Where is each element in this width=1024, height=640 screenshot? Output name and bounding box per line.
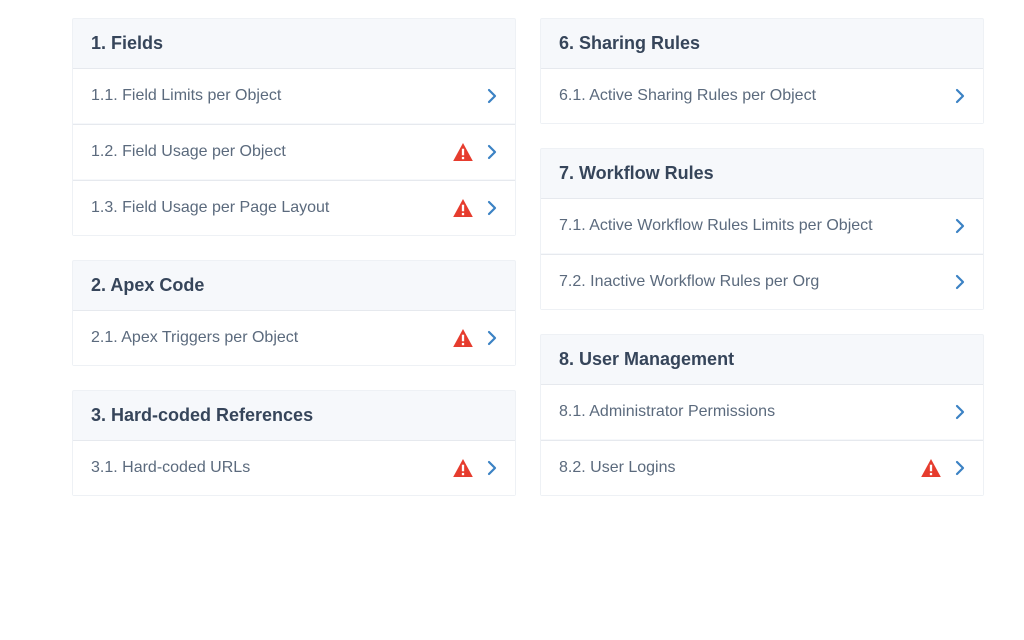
item-label: 7.2. Inactive Workflow Rules per Org xyxy=(559,273,955,291)
item-hardcoded-urls[interactable]: 3.1. Hard-coded URLs xyxy=(73,440,515,495)
item-admin-permissions[interactable]: 8.1. Administrator Permissions xyxy=(541,384,983,439)
section-user-management: 8. User Management 8.1. Administrator Per… xyxy=(540,334,984,496)
section-apex-code: 2. Apex Code 2.1. Apex Triggers per Objec… xyxy=(72,260,516,366)
warning-icon xyxy=(453,329,473,347)
section-title: 7. Workflow Rules xyxy=(559,163,965,184)
item-label: 1.1. Field Limits per Object xyxy=(91,87,487,105)
item-badges xyxy=(955,404,965,420)
item-badges xyxy=(955,88,965,104)
chevron-right-icon xyxy=(487,200,497,216)
chevron-right-icon xyxy=(955,88,965,104)
item-badges xyxy=(487,88,497,104)
item-field-usage-object[interactable]: 1.2. Field Usage per Object xyxy=(73,124,515,179)
item-label: 7.1. Active Workflow Rules Limits per Ob… xyxy=(559,217,955,235)
section-header: 2. Apex Code xyxy=(73,261,515,310)
item-badges xyxy=(453,143,497,161)
item-field-usage-layout[interactable]: 1.3. Field Usage per Page Layout xyxy=(73,180,515,235)
section-header: 7. Workflow Rules xyxy=(541,149,983,198)
section-title: 3. Hard-coded References xyxy=(91,405,497,426)
item-badges xyxy=(453,329,497,347)
item-badges xyxy=(955,274,965,290)
section-header: 6. Sharing Rules xyxy=(541,19,983,68)
chevron-right-icon xyxy=(487,88,497,104)
warning-icon xyxy=(453,459,473,477)
chevron-right-icon xyxy=(487,144,497,160)
section-header: 1. Fields xyxy=(73,19,515,68)
section-header: 8. User Management xyxy=(541,335,983,384)
item-badges xyxy=(453,459,497,477)
section-title: 2. Apex Code xyxy=(91,275,497,296)
chevron-right-icon xyxy=(955,274,965,290)
chevron-right-icon xyxy=(955,218,965,234)
item-inactive-workflow-rules[interactable]: 7.2. Inactive Workflow Rules per Org xyxy=(541,254,983,309)
item-label: 8.2. User Logins xyxy=(559,459,921,477)
item-badges xyxy=(921,459,965,477)
item-active-sharing-rules[interactable]: 6.1. Active Sharing Rules per Object xyxy=(541,68,983,123)
section-sharing-rules: 6. Sharing Rules 6.1. Active Sharing Rule… xyxy=(540,18,984,124)
section-fields: 1. Fields 1.1. Field Limits per Object 1.2… xyxy=(72,18,516,236)
item-label: 3.1. Hard-coded URLs xyxy=(91,459,453,477)
item-label: 6.1. Active Sharing Rules per Object xyxy=(559,87,955,105)
section-workflow-rules: 7. Workflow Rules 7.1. Active Workflow Ru… xyxy=(540,148,984,310)
item-label: 8.1. Administrator Permissions xyxy=(559,403,955,421)
item-apex-triggers[interactable]: 2.1. Apex Triggers per Object xyxy=(73,310,515,365)
chevron-right-icon xyxy=(955,404,965,420)
section-title: 6. Sharing Rules xyxy=(559,33,965,54)
item-field-limits[interactable]: 1.1. Field Limits per Object xyxy=(73,68,515,123)
chevron-right-icon xyxy=(487,460,497,476)
section-hardcoded-references: 3. Hard-coded References 3.1. Hard-coded … xyxy=(72,390,516,496)
item-label: 2.1. Apex Triggers per Object xyxy=(91,329,453,347)
section-header: 3. Hard-coded References xyxy=(73,391,515,440)
warning-icon xyxy=(453,143,473,161)
column: 1. Fields 1.1. Field Limits per Object 1.2… xyxy=(72,18,516,496)
section-title: 1. Fields xyxy=(91,33,497,54)
item-user-logins[interactable]: 8.2. User Logins xyxy=(541,440,983,495)
item-active-workflow-limits[interactable]: 7.1. Active Workflow Rules Limits per Ob… xyxy=(541,198,983,253)
item-badges xyxy=(955,218,965,234)
warning-icon xyxy=(921,459,941,477)
column: 6. Sharing Rules 6.1. Active Sharing Rule… xyxy=(540,18,984,496)
section-title: 8. User Management xyxy=(559,349,965,370)
item-badges xyxy=(453,199,497,217)
chevron-right-icon xyxy=(487,330,497,346)
item-label: 1.3. Field Usage per Page Layout xyxy=(91,199,453,217)
item-label: 1.2. Field Usage per Object xyxy=(91,143,453,161)
chevron-right-icon xyxy=(955,460,965,476)
warning-icon xyxy=(453,199,473,217)
